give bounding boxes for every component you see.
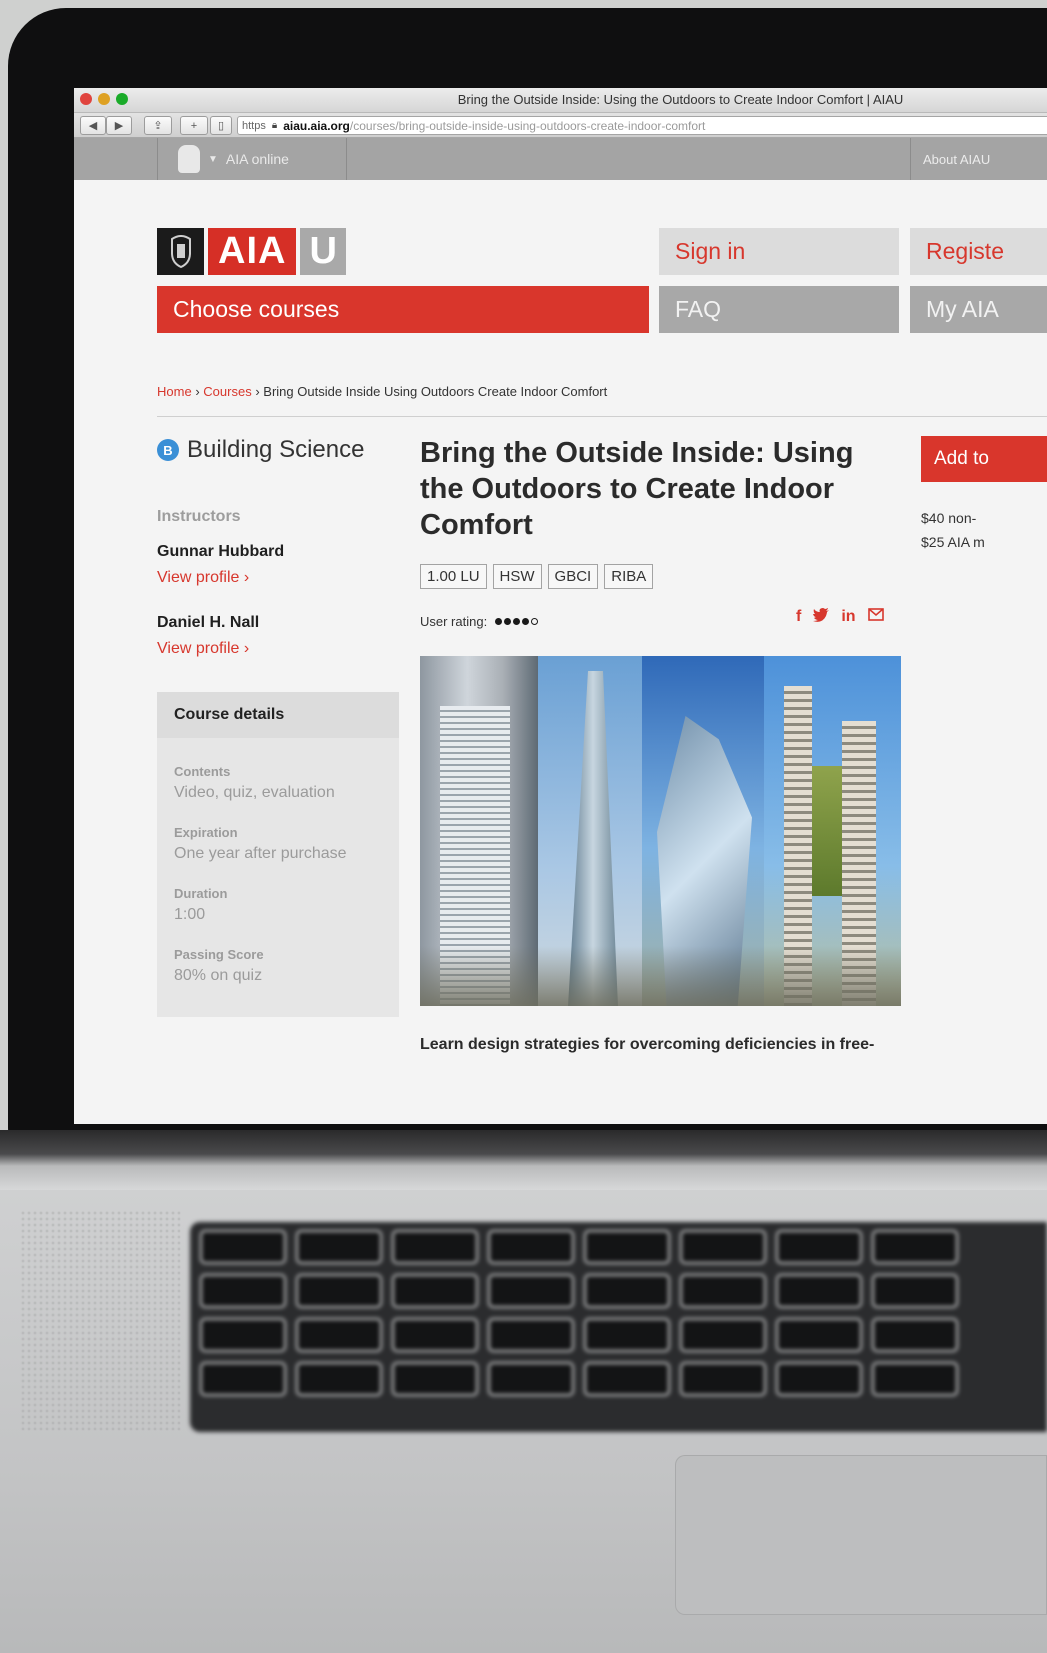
course-details-heading: Course details <box>157 692 399 738</box>
about-aiau-link[interactable]: About AIAU <box>910 138 1047 180</box>
rating-dot-filled <box>522 618 530 625</box>
lock-icon: 🔒︎ <box>271 120 278 131</box>
course-details-panel: Course details Contents Video, quiz, eva… <box>157 692 399 1017</box>
course-title: Bring the Outside Inside: Using the Outd… <box>420 437 854 541</box>
rating-dot-filled <box>513 618 521 625</box>
browser-toolbar: ◀ ▶ ⇪ + ▯ https 🔒︎ aiau.aia.org/courses/… <box>74 113 1047 138</box>
email-icon[interactable] <box>867 608 884 627</box>
logo-u-text: U <box>300 228 346 275</box>
breadcrumb-courses[interactable]: Courses <box>203 384 251 399</box>
breadcrumb: Home › Courses › Bring Outside Inside Us… <box>157 384 607 399</box>
instructors-heading: Instructors <box>157 508 241 525</box>
detail-label: Expiration <box>174 825 238 840</box>
laptop-hinge <box>0 1130 1047 1190</box>
aia-online-menu[interactable]: ▼ AIA online <box>157 138 347 180</box>
detail-label: Contents <box>174 764 231 779</box>
register-button[interactable]: Registe <box>910 228 1047 275</box>
new-tab-button[interactable]: + <box>180 116 208 135</box>
rating-label: User rating: <box>420 614 488 629</box>
forward-arrow-icon: ▶ <box>114 120 124 132</box>
aia-seal-icon <box>178 145 200 173</box>
linkedin-icon[interactable]: in <box>841 608 855 627</box>
aiau-logo[interactable]: AIA U <box>157 228 346 275</box>
detail-label: Passing Score <box>174 947 264 962</box>
credit-tags: 1.00 LU HSW GBCI RIBA <box>420 564 654 589</box>
detail-value: One year after purchase <box>174 845 347 862</box>
back-arrow-icon: ◀ <box>88 120 98 132</box>
my-aia-button[interactable]: My AIA <box>910 286 1047 333</box>
category-badge-icon: B <box>157 439 179 461</box>
tower-image-4 <box>764 656 901 1006</box>
credit-tag: RIBA <box>604 564 654 589</box>
breadcrumb-home[interactable]: Home <box>157 384 192 399</box>
detail-value: Video, quiz, evaluation <box>174 784 335 801</box>
course-category[interactable]: B Building Science <box>157 436 364 464</box>
logo-aia-text: AIA <box>208 228 297 275</box>
price-member: $25 AIA m <box>921 534 985 550</box>
twitter-icon[interactable] <box>813 608 830 627</box>
credit-tag: 1.00 LU <box>420 564 487 589</box>
view-profile-link[interactable]: View profile › <box>157 569 249 587</box>
url-host: aiau.aia.org <box>283 118 350 133</box>
credit-tag: GBCI <box>547 564 599 589</box>
aia-online-label: AIA online <box>225 151 289 167</box>
tower-image-1 <box>420 656 538 1006</box>
share-button[interactable]: ⇪ <box>144 116 172 135</box>
reader-button[interactable]: ▯ <box>210 116 232 135</box>
view-profile-link[interactable]: View profile › <box>157 640 249 658</box>
user-rating: User rating: <box>420 614 539 629</box>
trackpad <box>675 1455 1047 1615</box>
share-icon: ⇪ <box>153 120 163 132</box>
window-title: Bring the Outside Inside: Using the Outd… <box>457 92 904 107</box>
choose-courses-button[interactable]: Choose courses <box>157 286 649 333</box>
course-lede: Learn design strategies for overcoming d… <box>420 1036 875 1053</box>
url-path: /courses/bring-outside-inside-using-outd… <box>349 118 706 133</box>
plus-icon: + <box>190 119 198 132</box>
tower-image-3 <box>642 656 764 1006</box>
share-links: f in <box>796 608 884 627</box>
breadcrumb-current: Bring Outside Inside Using Outdoors Crea… <box>263 384 608 399</box>
sign-in-button[interactable]: Sign in <box>659 228 899 275</box>
detail-label: Duration <box>174 886 228 901</box>
divider <box>157 416 1047 417</box>
course-hero-image <box>420 656 901 1006</box>
speaker-grille-left <box>20 1210 180 1430</box>
credit-tag: HSW <box>492 564 542 589</box>
breadcrumb-separator: › <box>255 384 260 399</box>
breadcrumb-separator: › <box>195 384 200 399</box>
tower-image-2 <box>538 656 642 1006</box>
detail-value: 1:00 <box>174 906 206 923</box>
rating-dot-filled <box>504 618 512 625</box>
rating-dot-empty <box>531 618 539 625</box>
browser-window: Bring the Outside Inside: Using the Outd… <box>74 88 1047 1124</box>
facebook-icon[interactable]: f <box>796 608 801 627</box>
forward-button[interactable]: ▶ <box>106 116 132 135</box>
instructor-name: Gunnar Hubbard <box>157 543 285 560</box>
rating-dots <box>495 618 539 625</box>
caret-down-icon: ▼ <box>208 153 218 165</box>
url-scheme: https <box>242 119 266 132</box>
faq-button[interactable]: FAQ <box>659 286 899 333</box>
back-button[interactable]: ◀ <box>80 116 106 135</box>
rating-dot-filled <box>495 618 503 625</box>
window-titlebar: Bring the Outside Inside: Using the Outd… <box>74 88 1047 113</box>
aia-seal-icon <box>157 228 204 275</box>
detail-value: 80% on quiz <box>174 967 263 984</box>
address-bar[interactable]: https 🔒︎ aiau.aia.org/courses/bring-outs… <box>237 116 1047 135</box>
reader-icon: ▯ <box>217 120 225 132</box>
category-label: Building Science <box>187 436 365 463</box>
add-to-cart-button[interactable]: Add to <box>921 436 1047 482</box>
instructor-name: Daniel H. Nall <box>157 614 260 631</box>
price-non-member: $40 non- <box>921 510 977 526</box>
keyboard <box>190 1222 1047 1432</box>
aia-global-nav: ▼ AIA online About AIAU <box>74 138 1047 180</box>
